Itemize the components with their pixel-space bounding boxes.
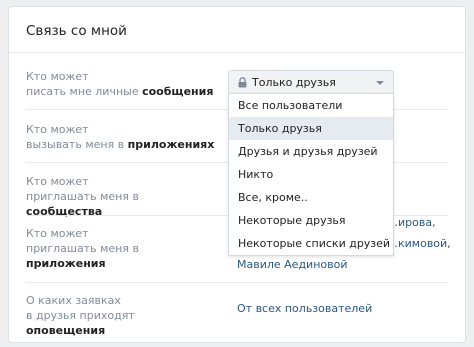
- select-value: Только друзья: [252, 76, 336, 89]
- row-label-friend-requests: О каких заявках в друзья приходят оповещ…: [26, 293, 216, 338]
- row-label-bold: приложениях: [127, 138, 215, 151]
- row-label-line2: приглашать меня в: [26, 242, 139, 255]
- option-friends-only[interactable]: Только друзья: [229, 117, 393, 140]
- row-label-line2: вызывать меня в: [26, 138, 128, 151]
- option-some-friends[interactable]: Некоторые друзья: [229, 209, 393, 232]
- section-title: Связь со мной: [26, 23, 127, 39]
- row-label-bold: приложения: [26, 257, 106, 270]
- row-label-line2: приглашать меня в: [26, 190, 139, 203]
- row-label-bold: оповещения: [26, 324, 106, 337]
- messages-privacy-select[interactable]: Только друзья: [228, 70, 394, 94]
- app-invites-value-line3[interactable]: Мавиле Аединовой: [237, 256, 348, 273]
- privacy-options-menu: Все пользователи Только друзья Друзья и …: [228, 93, 394, 256]
- option-some-friend-lists[interactable]: Некоторые списки друзей: [229, 232, 393, 255]
- row-label-line1: Кто может: [26, 123, 89, 136]
- option-all-except[interactable]: Все, кроме..: [229, 186, 393, 209]
- row-label-bold: сообщения: [142, 85, 214, 98]
- row-label-line1: Кто может: [26, 70, 89, 83]
- row-label-group-invites: Кто может приглашать меня в сообщества: [26, 174, 216, 219]
- friend-requests-value[interactable]: От всех пользователей: [237, 300, 372, 317]
- row-label-line2: в друзья приходят: [26, 309, 135, 322]
- app-invites-value-line1[interactable]: …ирова,: [387, 214, 436, 231]
- option-all-users[interactable]: Все пользователи: [229, 94, 393, 117]
- app-invites-value-line2[interactable]: …кимовой,: [387, 235, 451, 252]
- chevron-down-icon: [376, 81, 384, 85]
- row-label-line1: О каких заявках: [26, 294, 121, 307]
- header-divider: [9, 52, 465, 53]
- row-label-line1: Кто может: [26, 175, 89, 188]
- row-label-line2: писать мне личные: [26, 85, 143, 98]
- option-nobody[interactable]: Никто: [229, 163, 393, 186]
- option-friends-of-friends[interactable]: Друзья и друзья друзей: [229, 140, 393, 163]
- row-label-app-calls: Кто может вызывать меня в приложениях: [26, 122, 216, 152]
- privacy-settings-card: Связь со мной Кто может писать мне личны…: [8, 6, 466, 343]
- row-label-bold: сообщества: [26, 205, 103, 218]
- row-label-messages: Кто может писать мне личные сообщения: [26, 69, 216, 99]
- row-label-line1: Кто может: [26, 227, 89, 240]
- lock-icon: [238, 77, 247, 88]
- row-label-app-invites: Кто может приглашать меня в приложения: [26, 226, 216, 271]
- row-divider: [26, 282, 448, 283]
